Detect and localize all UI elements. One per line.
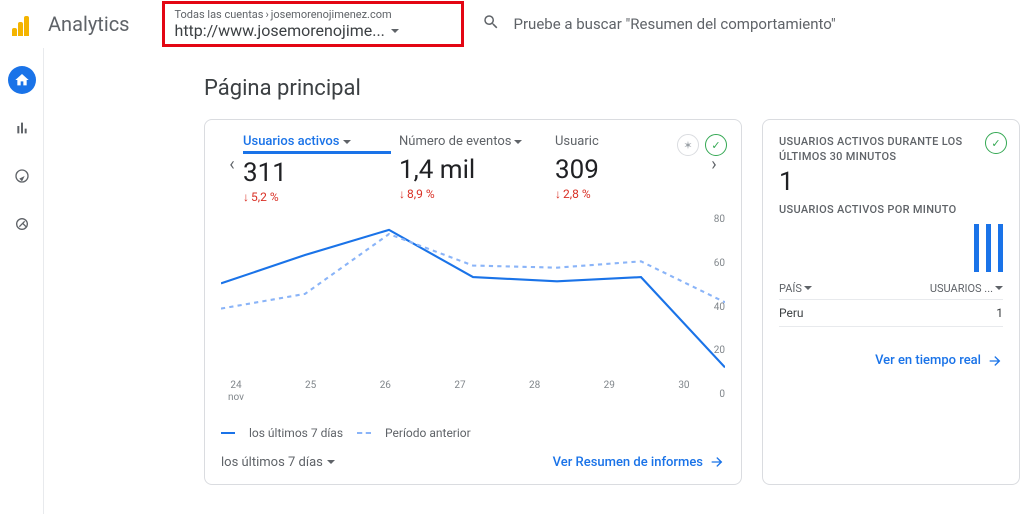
x-axis-ticks: 24nov 25 26 27 28 29 30 (221, 380, 699, 391)
sidebar-item-reports[interactable] (8, 114, 36, 142)
caret-down-icon (514, 140, 522, 144)
metric-active-users[interactable]: Usuarios activos 311 5,2 % (243, 134, 391, 204)
y-axis-ticks: 80 60 40 20 0 (701, 212, 725, 402)
page-title: Página principal (204, 76, 1024, 101)
realtime-value: 1 (779, 167, 1003, 197)
search-bar[interactable]: Pruebe a buscar "Resumen del comportamie… (482, 13, 1017, 35)
search-icon (482, 13, 500, 35)
view-reports-link[interactable]: Ver Resumen de informes (553, 454, 725, 470)
metric-event-count[interactable]: Número de eventos 1,4 mil 8,9 % (399, 134, 547, 204)
carousel-prev[interactable]: ‹ (221, 134, 243, 194)
metric-users[interactable]: Usuaric 309 2,8 % (555, 134, 703, 204)
sidebar-item-advertising[interactable] (8, 210, 36, 238)
date-range-selector[interactable]: los últimos 7 días (221, 455, 335, 470)
overview-chart: 80 60 40 20 0 24nov 25 26 27 28 29 30 (221, 212, 725, 402)
property-breadcrumb: Todas las cuentas›josemorenojimenez.com (175, 8, 445, 21)
chart-legend: los últimos 7 días Período anterior (221, 426, 725, 440)
sidebar-item-explore[interactable] (8, 162, 36, 190)
caret-down-icon (995, 286, 1003, 290)
caret-down-icon (343, 140, 351, 144)
caret-down-icon (391, 29, 399, 33)
search-placeholder: Pruebe a buscar "Resumen del comportamie… (514, 15, 836, 33)
carousel-next[interactable]: › (703, 134, 725, 194)
realtime-table-header: PAÍS USUARIOS ... (779, 282, 1003, 300)
realtime-subtitle: USUARIOS ACTIVOS POR MINUTO (779, 203, 1003, 216)
realtime-card: ✓ USUARIOS ACTIVOS DURANTE LOS ÚLTIMOS 3… (762, 119, 1020, 485)
brand-label: Analytics (48, 12, 130, 36)
sidebar (0, 48, 44, 514)
realtime-title: USUARIOS ACTIVOS DURANTE LOS ÚLTIMOS 30 … (779, 134, 969, 165)
property-selector[interactable]: Todas las cuentas›josemorenojimenez.com … (162, 1, 464, 47)
caret-down-icon (804, 286, 812, 290)
sidebar-item-home[interactable] (8, 66, 36, 94)
overview-card: ✶ ✓ ‹ Usuarios activos 311 5,2 % Número … (204, 119, 742, 485)
realtime-sparkline (779, 220, 1003, 272)
table-row: Peru 1 (779, 300, 1003, 327)
status-ok-icon: ✓ (985, 132, 1007, 154)
view-realtime-link[interactable]: Ver en tiempo real (779, 353, 1003, 369)
caret-down-icon (327, 460, 335, 464)
analytics-logo-icon (12, 12, 36, 36)
property-url: http://www.josemorenojime... (175, 21, 385, 40)
